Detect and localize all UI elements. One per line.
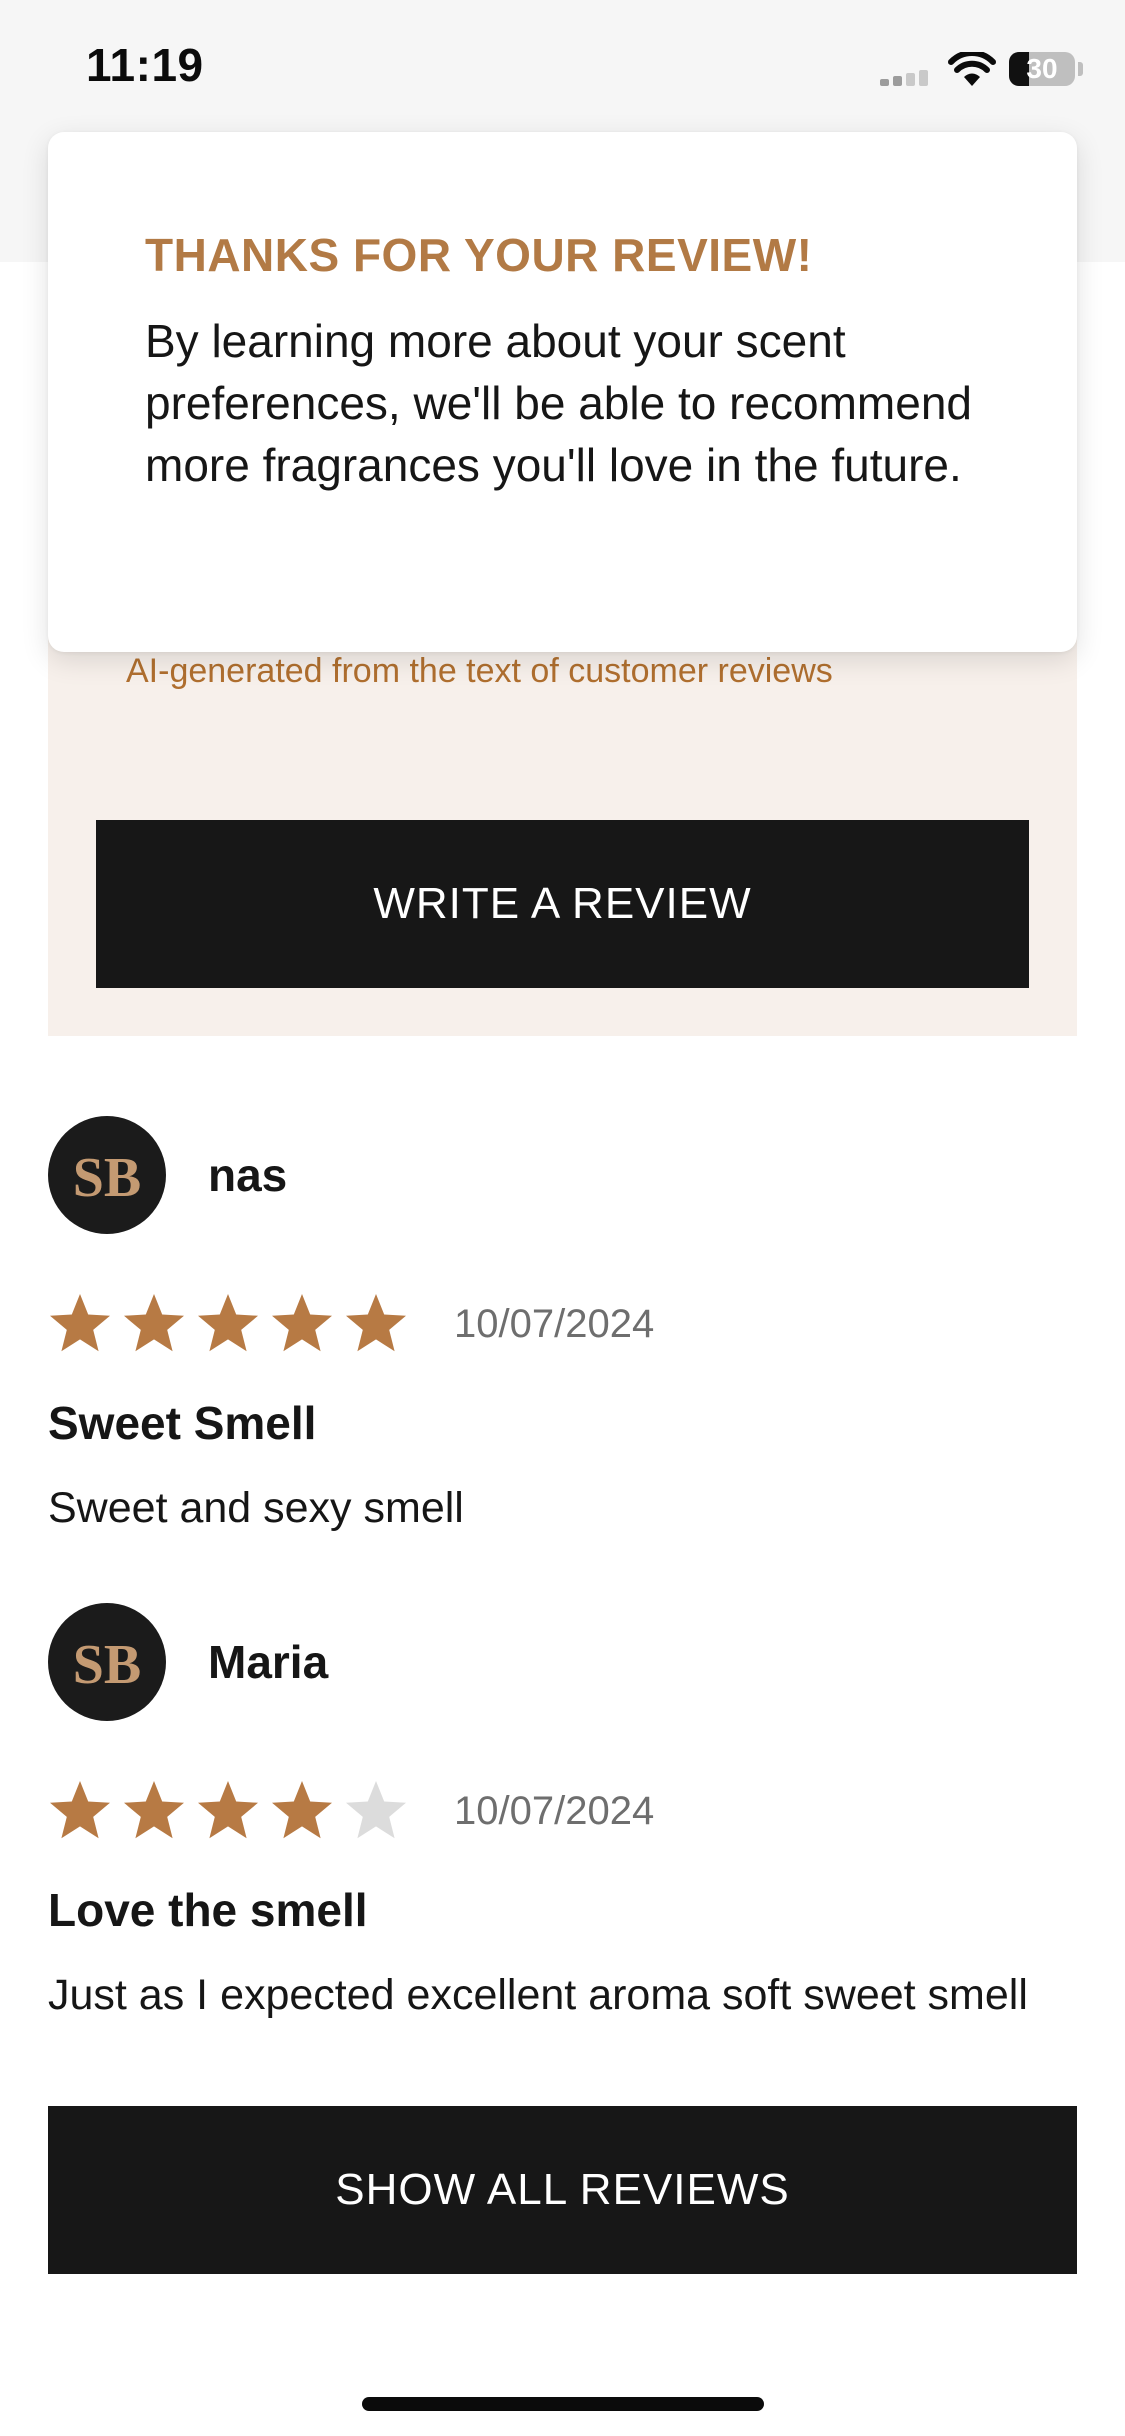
wifi-icon [948, 52, 996, 86]
svg-text:SB: SB [73, 1634, 142, 1696]
star-filled-icon [50, 1294, 110, 1352]
star-filled-icon [346, 1294, 406, 1352]
toast-message: By learning more about your scent prefer… [145, 315, 972, 491]
sb-monogram-logo-icon: SB [73, 1634, 142, 1696]
star-filled-icon [198, 1781, 258, 1839]
star-filled-icon [50, 1781, 110, 1839]
cellular-signal-icon [880, 70, 932, 86]
reviewer-name: Maria [208, 1636, 329, 1688]
review-text: Just as I expected excellent aroma soft … [48, 1971, 1028, 2019]
star-filled-icon [124, 1294, 184, 1352]
status-time: 11:19 [86, 39, 204, 91]
star-filled-icon [124, 1781, 184, 1839]
reviewer-name: nas [208, 1149, 288, 1201]
review-text: Sweet and sexy smell [48, 1484, 464, 1532]
review-item: SB nas 10/07/2024 Sweet Smell Sweet and … [48, 1116, 1077, 1556]
review-date: 10/07/2024 [454, 1789, 655, 1833]
write-review-button[interactable]: WRITE A REVIEW [96, 820, 1029, 988]
ai-generated-note: AI-generated from the text of customer r… [126, 652, 833, 690]
avatar: SB [48, 1116, 166, 1234]
review-thanks-toast[interactable]: THANKS FOR YOUR REVIEW! By learning more… [48, 132, 1077, 652]
home-indicator [362, 2397, 764, 2411]
battery-level-text: 30 [1026, 53, 1058, 84]
review-item: SB Maria 10/07/2024 Love the smell Just … [48, 1603, 1077, 2043]
battery-nub [1078, 62, 1083, 76]
toast-title: THANKS FOR YOUR REVIEW! [145, 229, 813, 281]
review-date: 10/07/2024 [454, 1302, 655, 1346]
battery-icon: 30 [1009, 52, 1075, 86]
reviews-screen: 11:19 30 AI-generated from the text of c… [0, 0, 1125, 2436]
star-empty-icon [346, 1781, 406, 1839]
star-filled-icon [272, 1781, 332, 1839]
avatar: SB [48, 1603, 166, 1721]
review-title: Love the smell [48, 1884, 368, 1936]
review-title: Sweet Smell [48, 1397, 317, 1449]
svg-text:SB: SB [73, 1147, 142, 1209]
show-all-reviews-button[interactable]: SHOW ALL REVIEWS [48, 2106, 1077, 2274]
sb-monogram-logo-icon: SB [73, 1147, 142, 1209]
star-filled-icon [272, 1294, 332, 1352]
star-filled-icon [198, 1294, 258, 1352]
